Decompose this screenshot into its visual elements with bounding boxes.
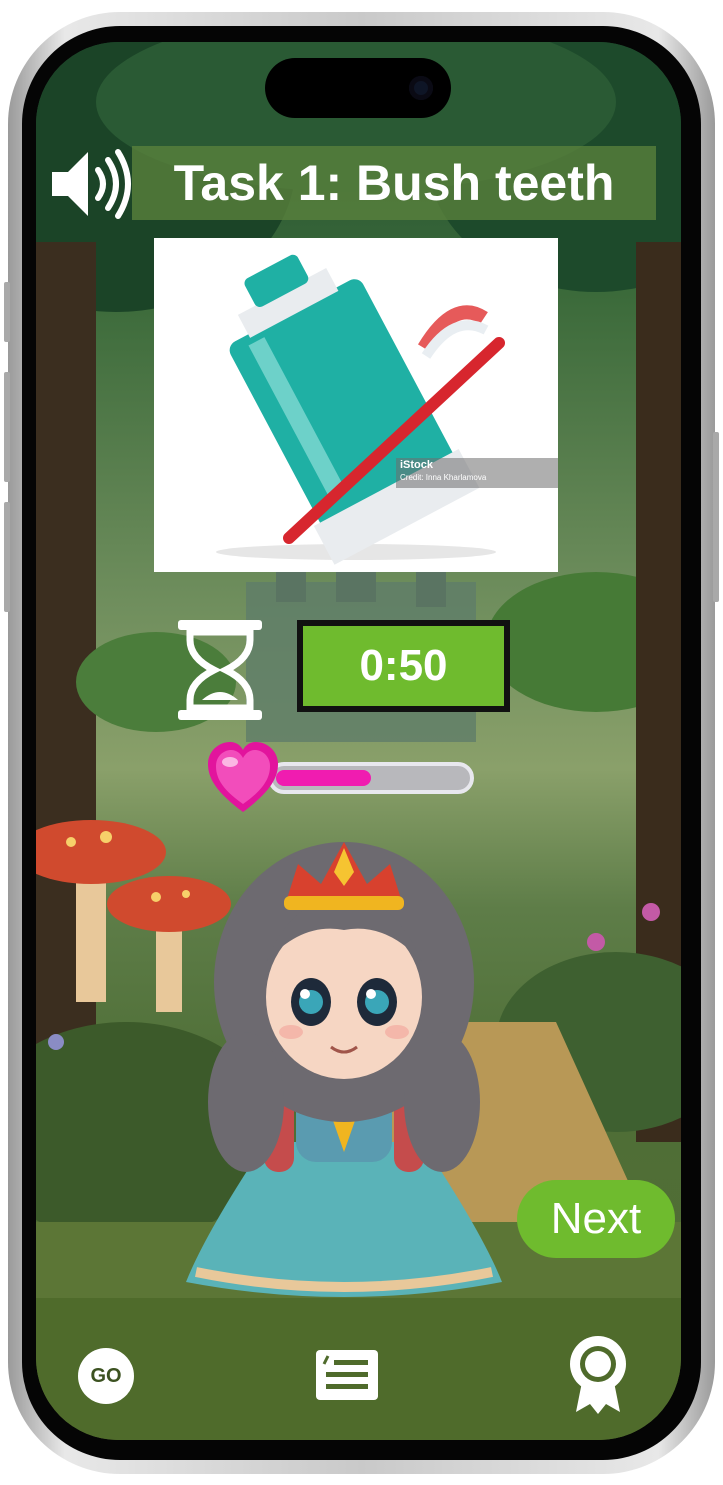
- task-title: Task 1: Bush teeth: [132, 146, 656, 220]
- app-screen: Task 1: Bush teeth iStock Credit: Inna K…: [36, 42, 681, 1440]
- princess-character: [186, 812, 502, 1302]
- watermark-brand: iStock: [400, 459, 434, 471]
- task-image: iStock Credit: Inna Kharlamova: [154, 238, 558, 572]
- timer-value: 0:50: [303, 626, 504, 706]
- award-badge-icon[interactable]: [566, 1334, 630, 1414]
- camera-lens: [409, 76, 433, 100]
- next-button[interactable]: Next: [517, 1180, 675, 1258]
- phone-volume-down: [4, 502, 10, 612]
- progress-fill: [276, 770, 371, 786]
- go-button[interactable]: GO: [78, 1348, 134, 1404]
- watermark: iStock Credit: Inna Kharlamova: [396, 458, 558, 488]
- task-list-icon[interactable]: [316, 1350, 378, 1400]
- phone-volume-up: [4, 372, 10, 482]
- health-progress: [208, 742, 478, 818]
- toothpaste-toothbrush-illustration: [216, 254, 505, 565]
- watermark-credit: Credit: Inna Kharlamova: [400, 473, 487, 482]
- bottom-nav: GO: [36, 1298, 681, 1440]
- hourglass-icon: [174, 618, 266, 722]
- heart-icon: [208, 742, 278, 818]
- phone-side-button: [4, 282, 10, 342]
- speaker-volume-icon[interactable]: [46, 146, 136, 222]
- countdown-timer: 0:50: [297, 620, 510, 712]
- progress-track: [268, 762, 474, 794]
- dynamic-island: [265, 58, 451, 118]
- phone-power-button: [713, 432, 719, 602]
